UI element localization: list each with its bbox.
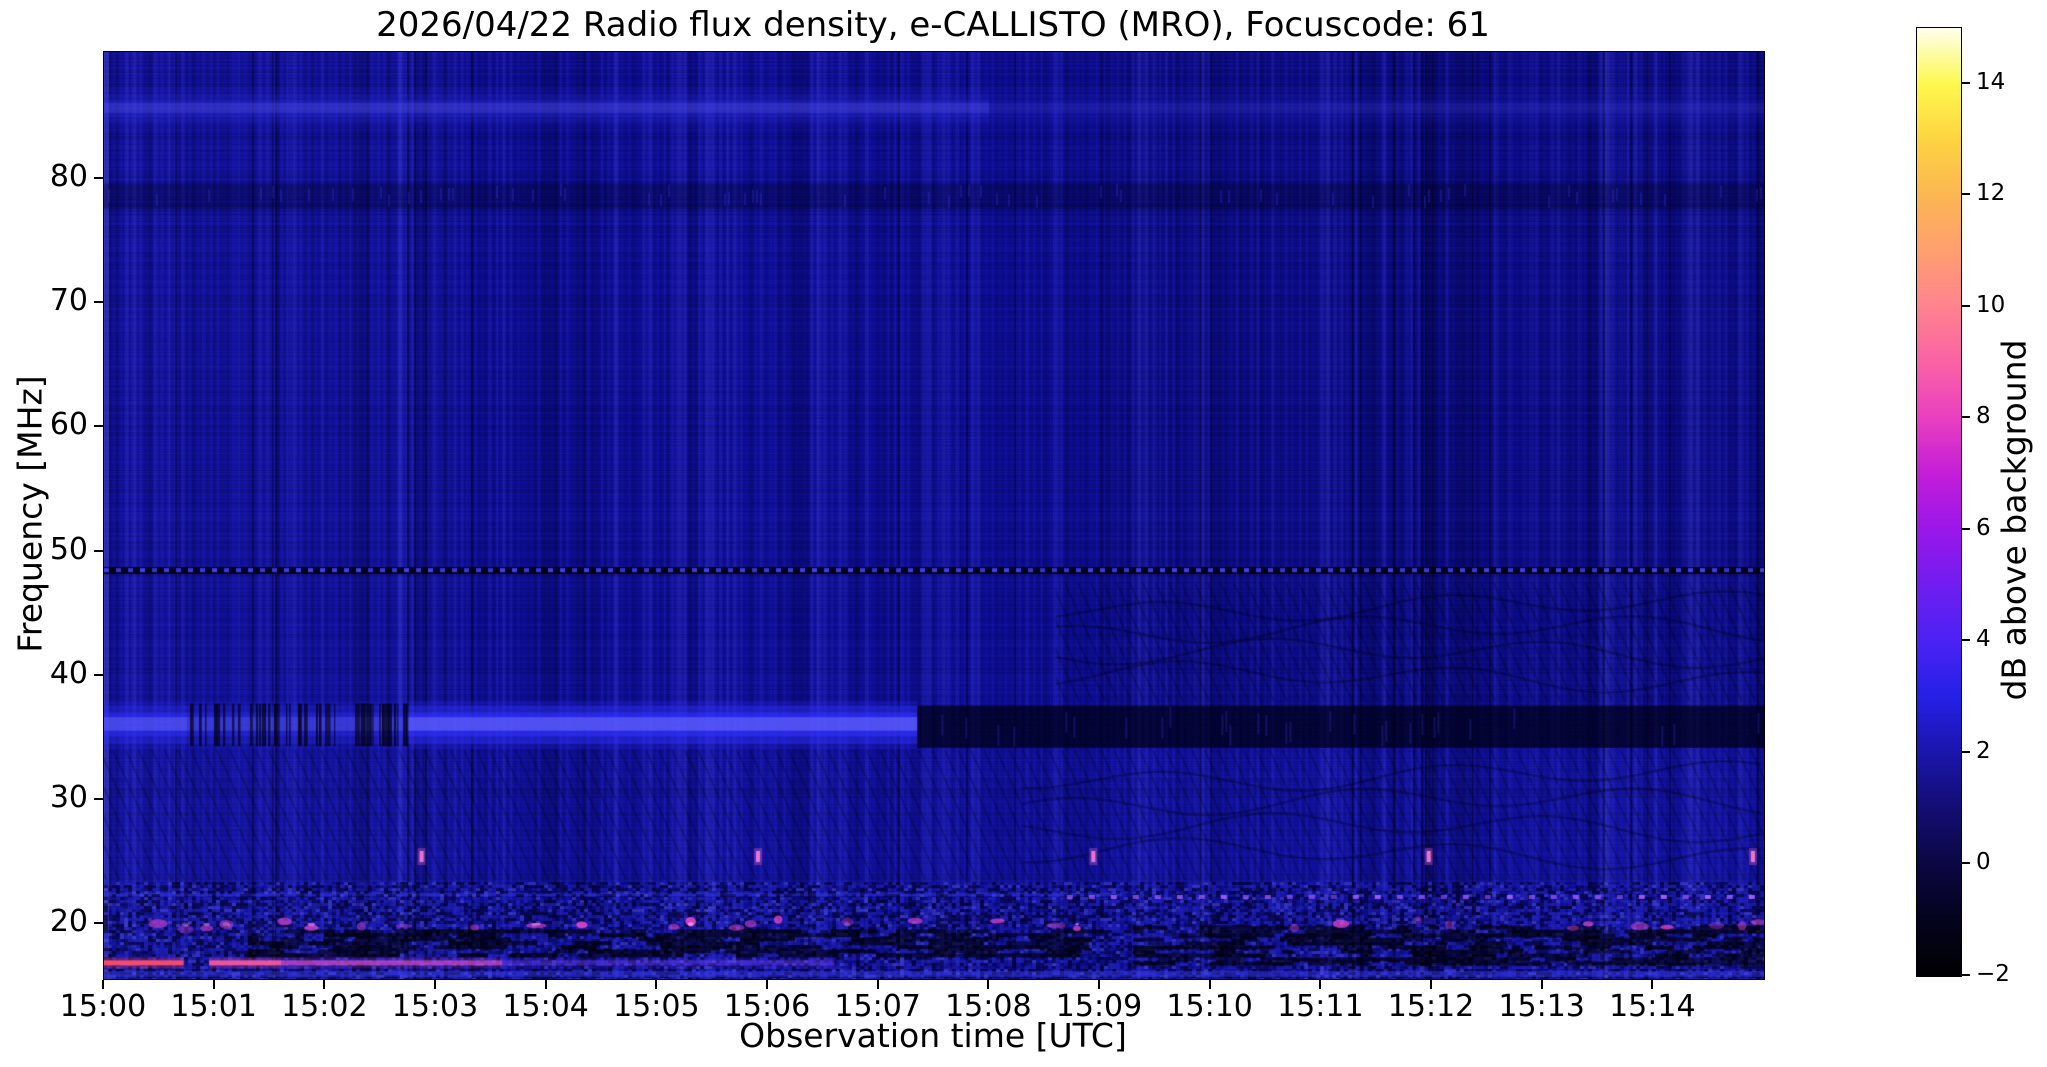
y-tick-mark (94, 549, 103, 552)
colorbar-tick-mark (1962, 527, 1970, 530)
x-tick-mark (544, 980, 547, 989)
x-tick-mark (1430, 980, 1432, 989)
x-tick-mark (987, 980, 990, 989)
colorbar-tick-label: 2 (1976, 737, 1991, 764)
x-tick-mark (1098, 980, 1100, 989)
colorbar-label: dB above background (1994, 339, 2034, 701)
y-tick-label: 60 (49, 407, 88, 443)
y-tick-mark (94, 673, 103, 676)
y-tick-label: 20 (49, 904, 88, 940)
colorbar-tick-label: −2 (1976, 961, 2010, 987)
x-tick-mark (434, 980, 436, 989)
y-tick-label: 40 (49, 655, 88, 691)
x-tick-mark (1319, 980, 1322, 989)
y-tick-label: 80 (49, 158, 88, 194)
colorbar-tick-label: 0 (1976, 849, 1991, 876)
x-tick-mark (1208, 980, 1211, 989)
x-tick-mark (323, 980, 326, 989)
colorbar-tick-label: 10 (1976, 291, 2006, 318)
y-tick-mark (94, 425, 103, 428)
colorbar-tick-mark (1962, 193, 1970, 196)
x-tick-label: 15:14 (1609, 989, 1696, 1024)
chart-title: 2026/04/22 Radio flux density, e-CALLIST… (376, 5, 1490, 45)
x-tick-mark (1651, 980, 1654, 989)
x-tick-mark (766, 980, 768, 989)
colorbar-tick-mark (1962, 416, 1970, 419)
y-tick-label: 50 (49, 531, 88, 567)
colorbar (1916, 27, 1962, 977)
colorbar-tick-label: 4 (1976, 626, 1991, 653)
x-tick-mark (1540, 980, 1543, 989)
y-tick-label: 70 (49, 283, 88, 318)
x-tick-mark (876, 980, 879, 989)
spectrogram-canvas (104, 52, 1764, 979)
colorbar-tick-label: 6 (1976, 514, 1991, 541)
colorbar-tick-mark (1962, 974, 1970, 976)
y-tick-mark (94, 301, 103, 303)
colorbar-tick-mark (1962, 750, 1970, 753)
y-tick-label: 30 (49, 780, 88, 816)
spectrogram-plot (103, 51, 1765, 980)
spectrogram-figure: 2026/04/22 Radio flux density, e-CALLIST… (0, 0, 2047, 1067)
colorbar-tick-mark (1962, 862, 1970, 865)
y-tick-mark (94, 176, 103, 179)
y-tick-mark (94, 922, 103, 925)
x-tick-mark (102, 980, 104, 989)
y-tick-mark (94, 798, 103, 801)
colorbar-tick-mark (1962, 304, 1970, 307)
x-tick-mark (212, 980, 215, 989)
colorbar-tick-label: 12 (1976, 180, 2006, 207)
colorbar-tick-mark (1962, 639, 1970, 642)
colorbar-tick-label: 14 (1976, 68, 2006, 95)
colorbar-tick-mark (1962, 81, 1970, 84)
colorbar-tick-label: 8 (1976, 403, 1991, 430)
x-tick-mark (655, 980, 658, 989)
